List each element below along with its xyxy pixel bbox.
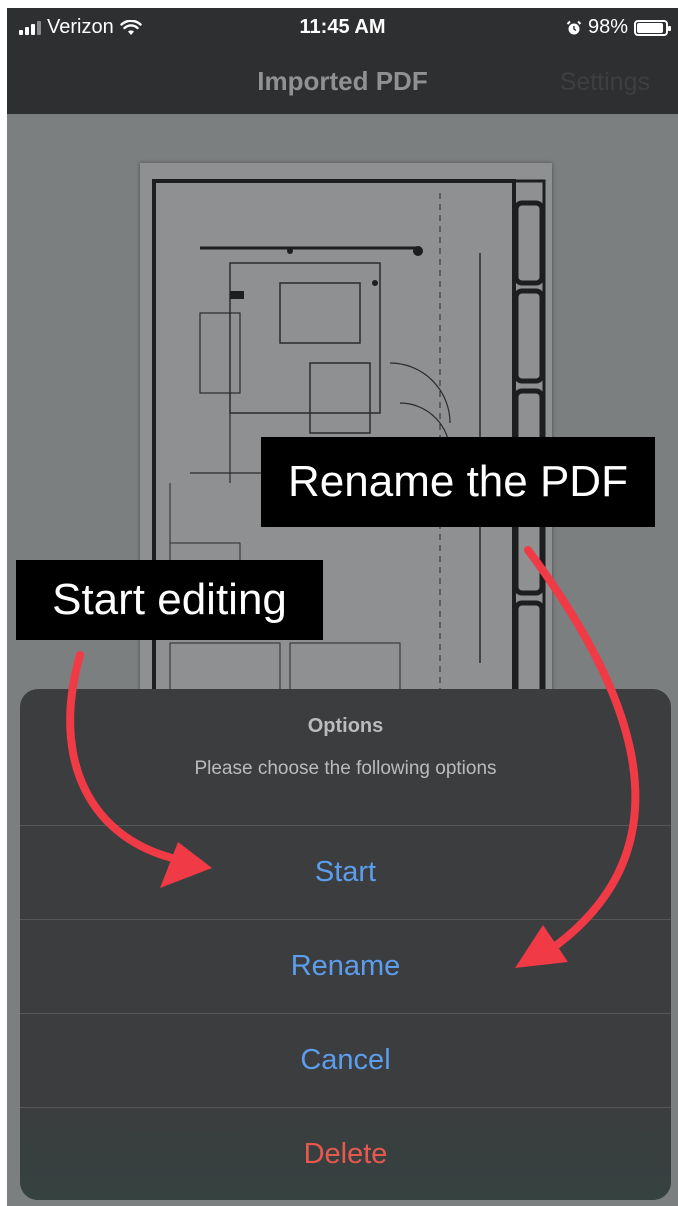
action-sheet: Options Please choose the following opti… [20,689,671,1200]
navigation-bar: Imported PDF Settings [7,48,678,114]
rename-callout: Rename the PDF [261,437,655,527]
alarm-icon [566,20,582,34]
rename-button[interactable]: Rename [20,920,671,1014]
screen: Verizon 11:45 AM 98% Imported PDF Settin… [7,8,678,1206]
status-right: 98% [566,16,671,39]
battery-icon [634,19,671,36]
action-sheet-header: Options Please choose the following opti… [20,689,671,826]
cancel-button[interactable]: Cancel [20,1014,671,1108]
battery-percent: 98% [587,16,628,38]
delete-button[interactable]: Delete [20,1108,671,1200]
settings-button[interactable]: Settings [560,68,650,97]
action-sheet-message: Please choose the following options [194,758,497,779]
action-sheet-title: Options [307,715,384,737]
start-callout: Start editing [16,560,323,640]
start-button[interactable]: Start [20,826,671,920]
status-bar: Verizon 11:45 AM 98% [7,8,678,48]
